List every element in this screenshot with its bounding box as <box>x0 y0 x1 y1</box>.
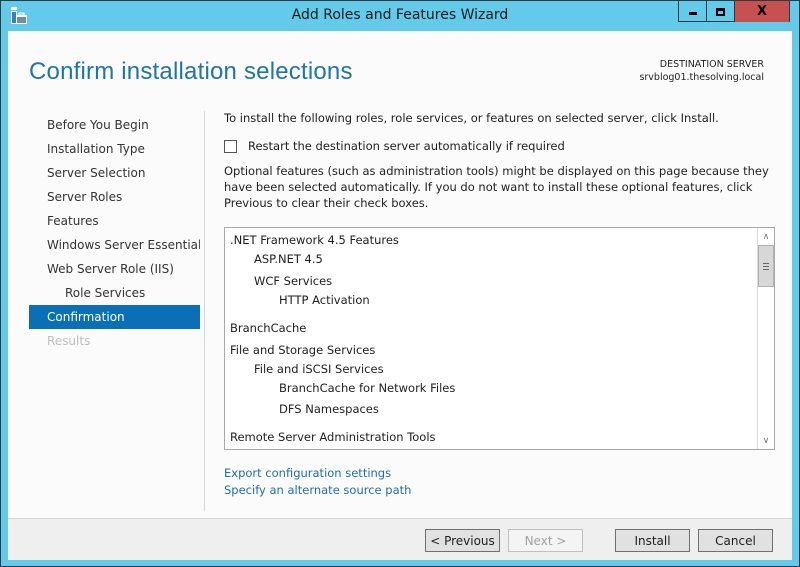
sidebar-item-confirmation[interactable]: Confirmation <box>29 305 200 329</box>
list-item: Remote Server Administration Tools <box>230 430 436 444</box>
chevron-up-icon: ∧ <box>762 231 770 242</box>
sidebar-item-results: Results <box>47 334 91 348</box>
scroll-thumb[interactable] <box>758 245 774 287</box>
window-controls: X <box>678 1 790 22</box>
cancel-button[interactable]: Cancel <box>698 529 773 552</box>
install-button[interactable]: Install <box>615 529 690 552</box>
restart-checkbox-label[interactable]: Restart the destination server automatic… <box>248 139 565 153</box>
sidebar-item-features[interactable]: Features <box>29 209 200 233</box>
sidebar-item-installation-type[interactable]: Installation Type <box>29 137 200 161</box>
list-item: ASP.NET 4.5 <box>254 252 323 266</box>
export-configuration-link[interactable]: Export configuration settings <box>224 466 391 480</box>
sidebar-divider <box>204 111 205 511</box>
wizard-window: Add Roles and Features Wizard X Confirm … <box>0 0 800 567</box>
list-item: .NET Framework 4.5 Features <box>230 233 399 247</box>
list-item: File and Storage Services <box>230 343 376 357</box>
maximize-icon <box>716 7 725 16</box>
destination-server-label: DESTINATION SERVER <box>659 59 764 70</box>
destination-server: DESTINATION SERVER srvblog01.thesolving.… <box>639 58 764 84</box>
close-icon: X <box>756 4 768 19</box>
next-button: Next > <box>508 529 583 552</box>
title-bar[interactable]: Add Roles and Features Wizard X <box>1 1 799 31</box>
restart-checkbox[interactable] <box>224 139 237 153</box>
intro-text: To install the following roles, role ser… <box>224 111 719 125</box>
chevron-down-icon: ∨ <box>762 435 770 446</box>
list-item: File and iSCSI Services <box>254 362 384 376</box>
list-item: BranchCache <box>230 321 307 335</box>
destination-server-value: srvblog01.thesolving.local <box>639 72 764 83</box>
previous-button[interactable]: < Previous <box>425 529 500 552</box>
sidebar-item-web-server-role[interactable]: Web Server Role (IIS) <box>29 257 200 281</box>
minimize-icon <box>688 12 697 15</box>
wizard-footer: < Previous Next > Install Cancel <box>8 518 792 560</box>
grip-icon <box>763 262 769 270</box>
restart-option[interactable]: Restart the destination server automatic… <box>224 139 565 153</box>
list-item: DFS Namespaces <box>279 402 379 416</box>
selections-list[interactable]: .NET Framework 4.5 Features ASP.NET 4.5 … <box>224 227 775 450</box>
sidebar-item-before-you-begin[interactable]: Before You Begin <box>29 113 200 137</box>
sidebar-item-server-selection[interactable]: Server Selection <box>29 161 200 185</box>
minimize-button[interactable] <box>679 1 707 22</box>
sidebar-item-server-roles[interactable]: Server Roles <box>29 185 200 209</box>
optional-features-note: Optional features (such as administratio… <box>224 164 769 210</box>
page-title: Confirm installation selections <box>29 58 353 85</box>
scroll-up-button[interactable]: ∧ <box>758 228 774 245</box>
list-item: BranchCache for Network Files <box>279 381 456 395</box>
sidebar-item-windows-server-essentials[interactable]: Windows Server Essential... <box>29 233 200 257</box>
list-item: WCF Services <box>254 274 333 288</box>
maximize-button[interactable] <box>707 1 735 22</box>
sidebar-item-role-services[interactable]: Role Services <box>29 281 200 305</box>
alternate-source-link[interactable]: Specify an alternate source path <box>224 483 411 497</box>
wizard-content: Confirm installation selections DESTINAT… <box>8 31 792 560</box>
scroll-down-button[interactable]: ∨ <box>758 432 774 449</box>
list-item: HTTP Activation <box>279 293 370 307</box>
close-button[interactable]: X <box>735 1 789 22</box>
list-scrollbar[interactable]: ∧ ∨ <box>757 228 774 449</box>
wizard-steps-nav: Before You Begin Installation Type Serve… <box>29 113 200 353</box>
